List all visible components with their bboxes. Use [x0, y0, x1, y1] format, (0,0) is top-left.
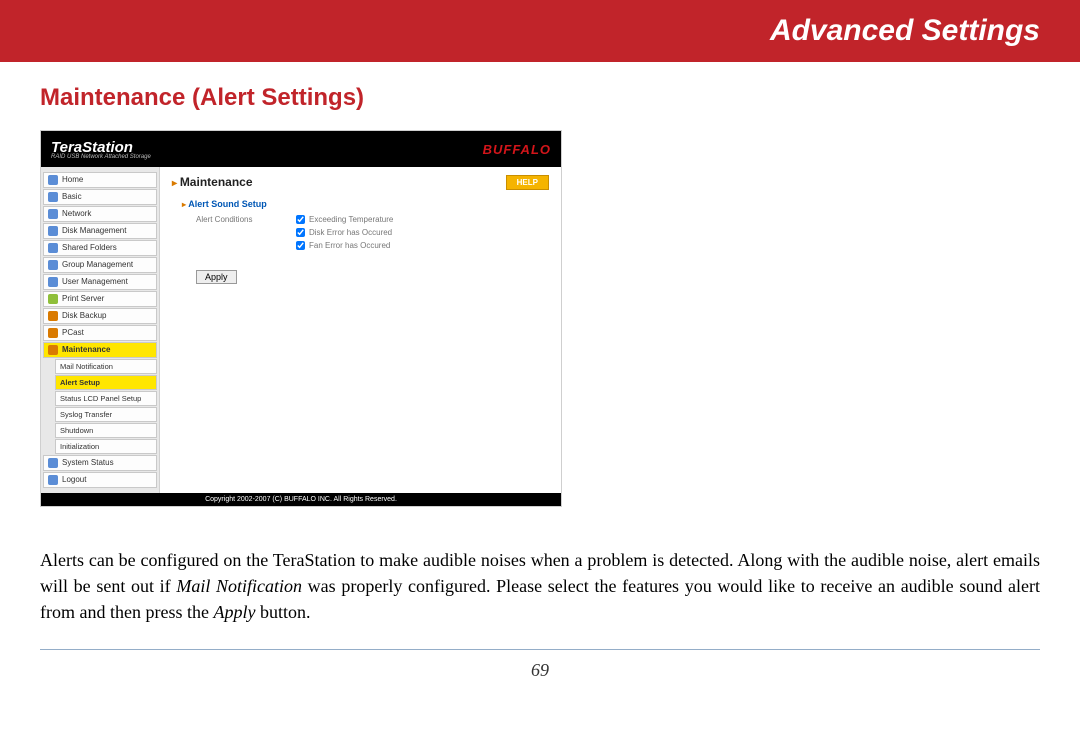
nav-label: Basic	[62, 192, 82, 202]
check-temp[interactable]	[296, 215, 305, 224]
nav-icon	[48, 328, 58, 338]
nav-icon	[48, 294, 58, 304]
nav-label: Alert Setup	[60, 378, 100, 387]
logo-subtext: RAID USB Network Attached Storage	[51, 154, 151, 160]
text-em: Apply	[213, 602, 255, 622]
sidebar-item[interactable]: Group Management	[43, 257, 157, 273]
nav-icon	[48, 458, 58, 468]
check-label: Fan Error has Occured	[309, 241, 390, 250]
nav-icon	[48, 209, 58, 219]
sidebar-item[interactable]: Disk Management	[43, 223, 157, 239]
nav-label: Group Management	[62, 260, 133, 270]
nav-icon	[48, 277, 58, 287]
field-label: Alert Conditions	[196, 215, 296, 224]
nav-label: Initialization	[60, 442, 99, 451]
nav-icon	[48, 311, 58, 321]
text: button.	[255, 602, 310, 622]
check-1: Disk Error has Occured	[296, 228, 392, 237]
nav-label: Shutdown	[60, 426, 93, 435]
sidebar-item[interactable]: Disk Backup	[43, 308, 157, 324]
nav-icon	[48, 192, 58, 202]
top-banner: Advanced Settings	[0, 0, 1080, 62]
sidebar-item[interactable]: Print Server	[43, 291, 157, 307]
logo-text: TeraStation	[51, 139, 133, 156]
divider	[40, 649, 1040, 650]
app-header: TeraStation RAID USB Network Attached St…	[41, 131, 561, 167]
banner-title: Advanced Settings	[770, 14, 1040, 48]
page-body: Maintenance (Alert Settings) TeraStation…	[0, 62, 1080, 701]
alert-conditions-row: Fan Error has Occured	[196, 241, 549, 250]
sidebar-item[interactable]: Maintenance	[43, 342, 157, 358]
nav-icon	[48, 226, 58, 236]
alert-conditions-row: Disk Error has Occured	[196, 228, 549, 237]
nav-label: Disk Backup	[62, 311, 106, 321]
alert-conditions-row: Alert Conditions Exceeding Temperature	[196, 215, 549, 224]
help-button[interactable]: HELP	[506, 175, 549, 190]
sidebar-item[interactable]: PCast	[43, 325, 157, 341]
nav-label: Shared Folders	[62, 243, 117, 253]
nav-icon	[48, 175, 58, 185]
subsection-title: Alert Sound Setup	[182, 199, 549, 209]
sidebar-item[interactable]: Logout	[43, 472, 157, 488]
check-0: Exceeding Temperature	[296, 215, 393, 224]
sidebar-item[interactable]: Initialization	[55, 439, 157, 454]
nav-label: Syslog Transfer	[60, 410, 112, 419]
nav-label: Print Server	[62, 294, 104, 304]
nav-label: Logout	[62, 475, 86, 485]
check-fan[interactable]	[296, 241, 305, 250]
description-paragraph: Alerts can be configured on the TeraStat…	[40, 547, 1040, 625]
sidebar-item[interactable]: Mail Notification	[55, 359, 157, 374]
sidebar-item[interactable]: Syslog Transfer	[55, 407, 157, 422]
brand-text: BUFFALO	[483, 142, 551, 157]
nav-label: Disk Management	[62, 226, 126, 236]
nav-icon	[48, 260, 58, 270]
check-label: Disk Error has Occured	[309, 228, 392, 237]
content-title: Maintenance	[172, 175, 549, 189]
sidebar-item[interactable]: Alert Setup	[55, 375, 157, 390]
sidebar-item[interactable]: Network	[43, 206, 157, 222]
sidebar-item[interactable]: Shutdown	[55, 423, 157, 438]
check-label: Exceeding Temperature	[309, 215, 393, 224]
sidebar-item[interactable]: Shared Folders	[43, 240, 157, 256]
app-body: Home Basic Network Disk Management Shared Fo…	[41, 167, 561, 493]
nav-label: User Management	[62, 277, 128, 287]
sidebar-item[interactable]: Status LCD Panel Setup	[55, 391, 157, 406]
sidebar-item[interactable]: Home	[43, 172, 157, 188]
nav-label: Home	[62, 175, 83, 185]
nav-icon	[48, 345, 58, 355]
apply-button[interactable]: Apply	[196, 270, 237, 284]
check-disk[interactable]	[296, 228, 305, 237]
check-2: Fan Error has Occured	[296, 241, 390, 250]
nav-label: System Status	[62, 458, 114, 468]
nav-label: Maintenance	[62, 345, 110, 355]
sidebar-item[interactable]: System Status	[43, 455, 157, 471]
nav-icon	[48, 475, 58, 485]
logo-block: TeraStation RAID USB Network Attached St…	[51, 139, 151, 160]
sidebar-item[interactable]: Basic	[43, 189, 157, 205]
nav-label: Network	[62, 209, 91, 219]
text-em: Mail Notification	[176, 576, 302, 596]
section-heading: Maintenance (Alert Settings)	[40, 84, 1040, 112]
nav-label: Status LCD Panel Setup	[60, 394, 141, 403]
sidebar-item[interactable]: User Management	[43, 274, 157, 290]
nav-label: Mail Notification	[60, 362, 113, 371]
nav-label: PCast	[62, 328, 84, 338]
nav-icon	[48, 243, 58, 253]
content-pane: Maintenance HELP Alert Sound Setup Alert…	[160, 167, 561, 493]
sidebar: Home Basic Network Disk Management Shared Fo…	[41, 167, 160, 493]
screenshot-panel: TeraStation RAID USB Network Attached St…	[40, 130, 562, 507]
page-number: 69	[40, 660, 1040, 681]
app-footer: Copyright 2002-2007 (C) BUFFALO INC. All…	[41, 493, 561, 506]
